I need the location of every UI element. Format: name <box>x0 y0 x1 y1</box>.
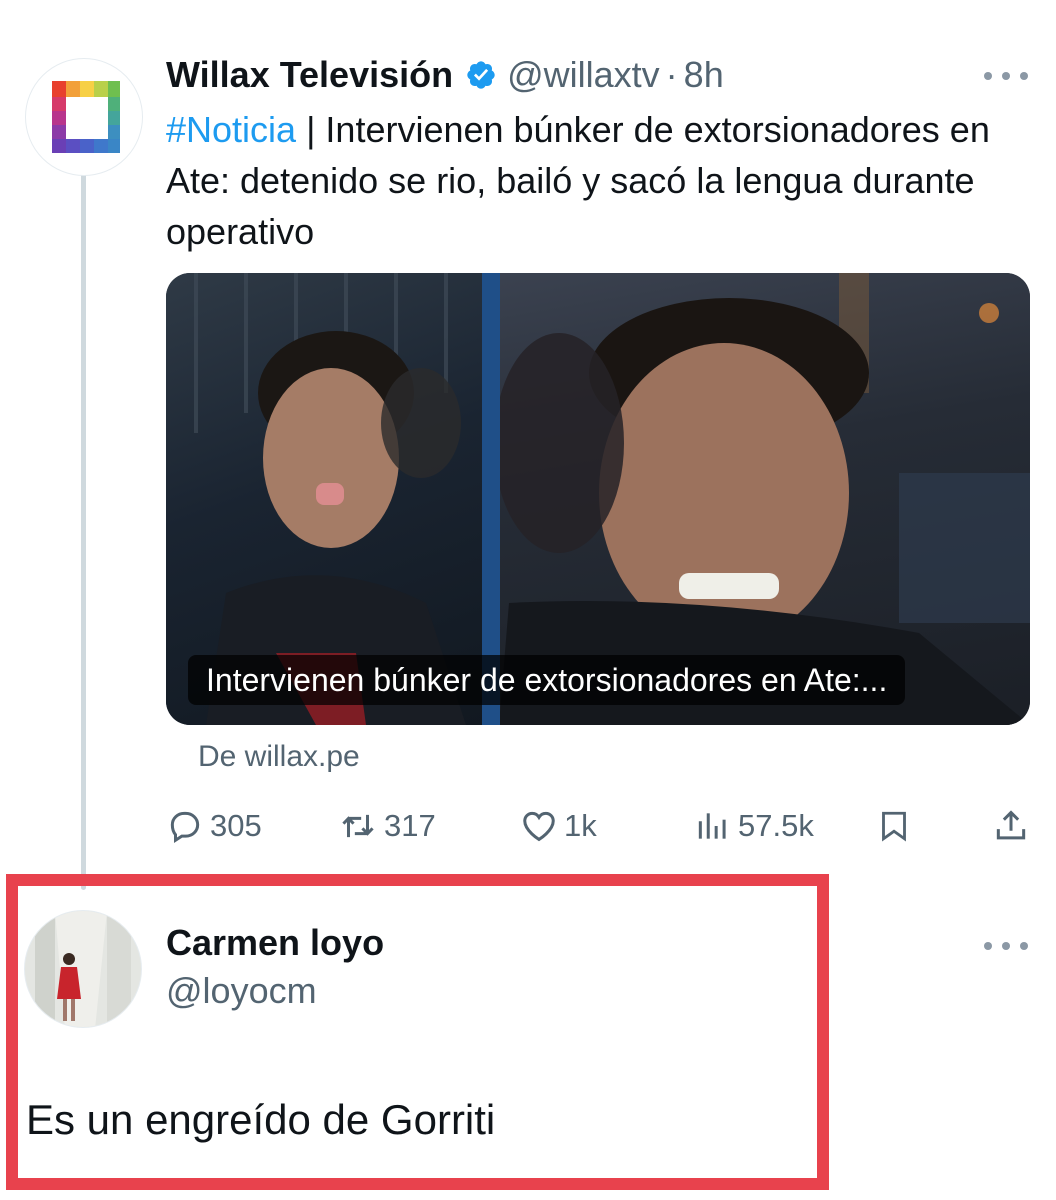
reply-text: Es un engreído de Gorriti <box>26 1096 496 1143</box>
retweet-icon <box>342 814 374 838</box>
hashtag-link[interactable]: #Noticia <box>166 109 296 150</box>
reply-author-name[interactable]: Carmen loyo <box>166 922 384 964</box>
thread-connector <box>81 160 86 890</box>
willax-avatar[interactable] <box>25 58 143 176</box>
tweet-text: #Noticia | Intervienen búnker de extorsi… <box>166 104 1036 257</box>
reply-author-handle[interactable]: @loyocm <box>166 970 317 1012</box>
bookmark-button[interactable] <box>876 802 918 850</box>
reply-count: 305 <box>210 808 262 843</box>
willax-logo-icon <box>52 81 120 153</box>
share-button[interactable] <box>992 802 1036 850</box>
action-bar: 305 317 1k 57.5k <box>166 802 1036 850</box>
verified-badge-icon <box>465 59 497 91</box>
retweet-count: 317 <box>384 808 436 843</box>
link-source[interactable]: De willax.pe <box>198 740 360 774</box>
tweet-time[interactable]: 8h <box>684 54 724 96</box>
views-count: 57.5k <box>738 808 814 843</box>
reply-icon <box>170 811 200 844</box>
reply-button[interactable]: 305 <box>166 802 262 850</box>
more-icon[interactable] <box>984 66 1028 86</box>
reply-avatar[interactable] <box>24 910 142 1028</box>
like-count: 1k <box>564 808 597 843</box>
like-icon <box>523 811 555 842</box>
more-icon[interactable] <box>984 936 1028 956</box>
separator-dot: · <box>665 54 678 95</box>
link-card-image[interactable]: Intervienen búnker de extorsionadores en… <box>166 273 1030 725</box>
share-icon <box>996 810 1026 840</box>
media-caption: Intervienen búnker de extorsionadores en… <box>188 655 906 705</box>
views-button[interactable]: 57.5k <box>694 802 814 850</box>
tweet-thread: Willax Televisión @willaxtv · 8h #Notici… <box>0 0 1056 1200</box>
retweet-button[interactable]: 317 <box>338 802 436 850</box>
like-button[interactable]: 1k <box>520 802 597 850</box>
tweet-header: Willax Televisión @willaxtv · 8h <box>166 50 724 100</box>
author-name[interactable]: Willax Televisión <box>166 54 453 96</box>
bookmark-icon <box>882 811 906 842</box>
author-handle[interactable]: @willaxtv <box>507 54 660 96</box>
avatar-photo <box>25 911 141 1027</box>
views-icon <box>698 813 726 839</box>
